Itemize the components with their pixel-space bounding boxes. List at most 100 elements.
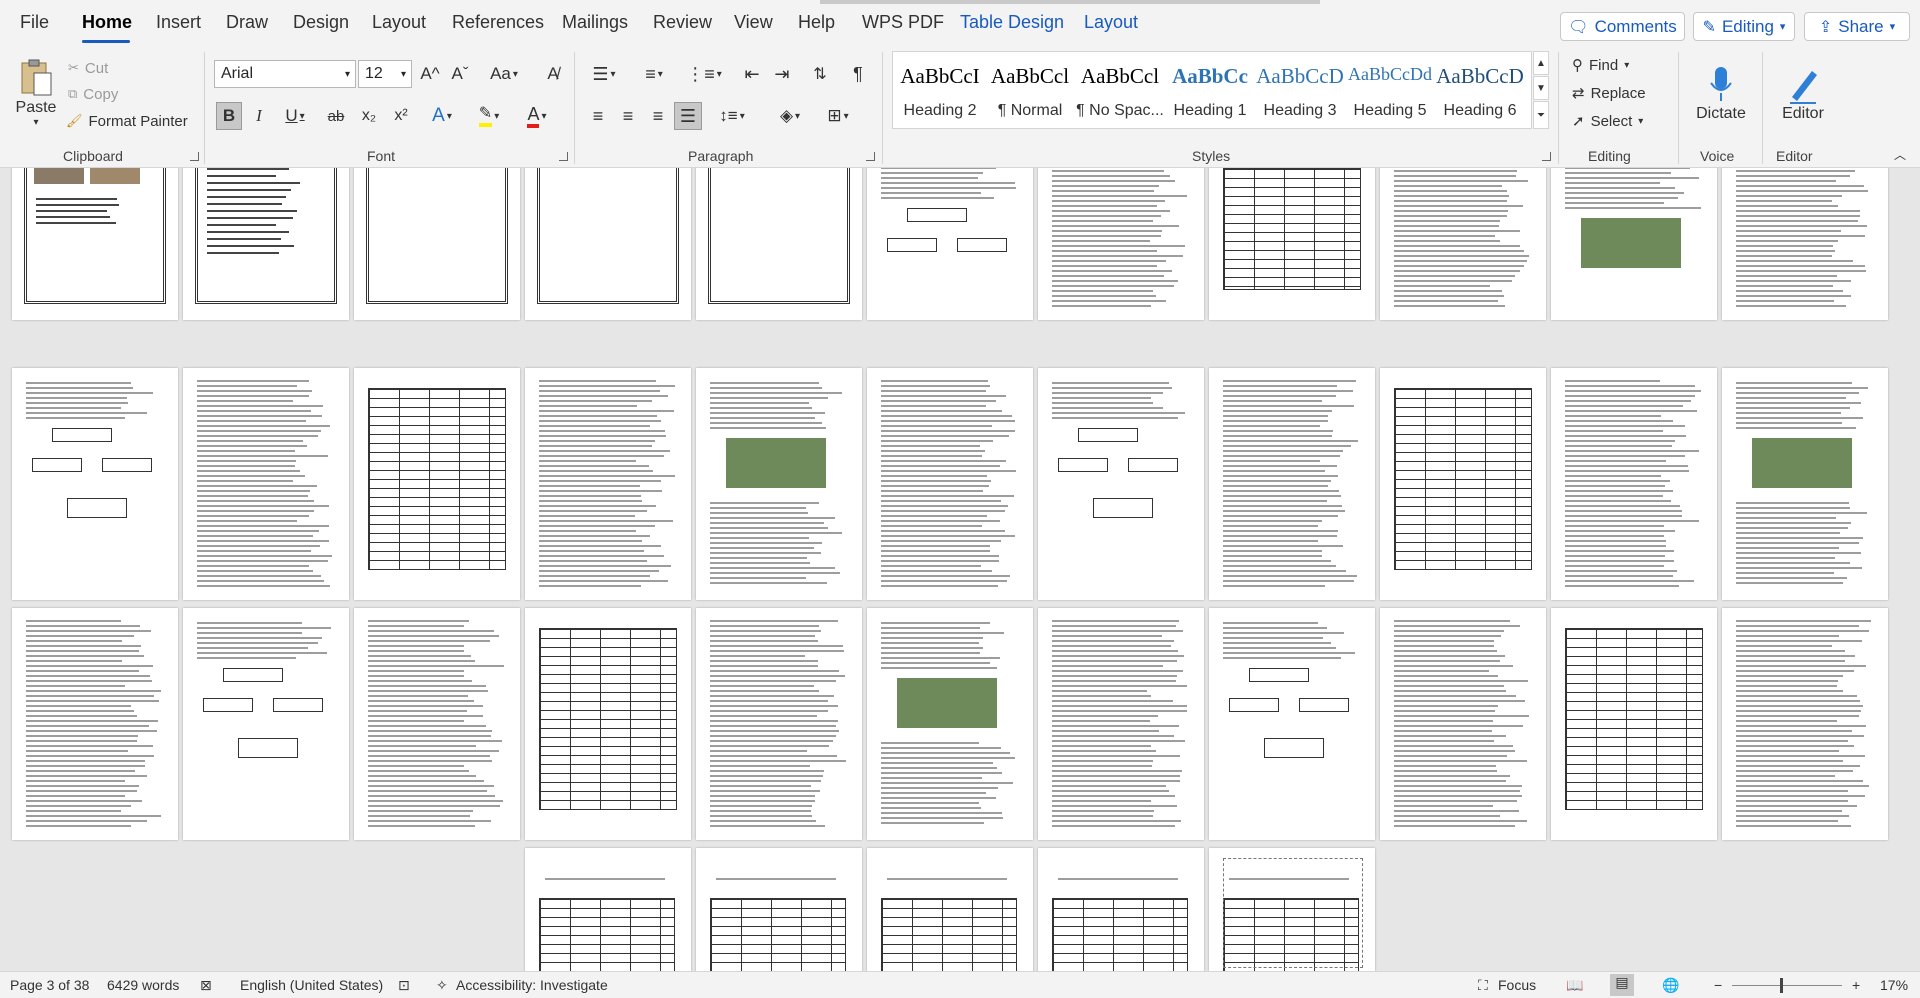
web-layout-icon[interactable]: 🌐 — [1662, 977, 1679, 994]
shading-button[interactable]: ◈ ▾ — [770, 102, 810, 130]
page-thumbnail[interactable] — [354, 608, 520, 840]
tab-table-design[interactable]: Table Design — [960, 12, 1064, 33]
numbering-button[interactable]: ≡ ▾ — [634, 60, 674, 88]
page-thumbnail[interactable] — [354, 168, 520, 320]
style-heading-3[interactable]: AaBbCcD Heading 3 — [1255, 52, 1345, 128]
styles-launcher-icon[interactable] — [1542, 152, 1551, 161]
superscript-button[interactable]: x² — [388, 102, 414, 130]
page-thumbnail[interactable] — [696, 848, 862, 971]
sort-button[interactable]: ⇅ — [806, 60, 834, 88]
page-thumbnail[interactable] — [1038, 848, 1204, 971]
tab-draw[interactable]: Draw — [226, 12, 268, 33]
tab-review[interactable]: Review — [653, 12, 712, 33]
zoom-out-button[interactable]: − — [1714, 977, 1722, 993]
page-thumbnail[interactable] — [696, 168, 862, 320]
tab-help[interactable]: Help — [798, 12, 835, 33]
page-thumbnail[interactable] — [1722, 608, 1888, 840]
page-thumbnail[interactable] — [1551, 368, 1717, 600]
line-spacing-button[interactable]: ↕≡ ▾ — [712, 102, 752, 130]
page-thumbnail[interactable] — [1722, 168, 1888, 320]
tab-view[interactable]: View — [734, 12, 773, 33]
editing-mode-button[interactable]: ✎ Editing ▾ — [1693, 12, 1795, 41]
style-heading-5[interactable]: AaBbCcDd Heading 5 — [1345, 52, 1435, 128]
style-normal[interactable]: AaBbCcl ¶ Normal — [985, 52, 1075, 128]
page-thumbnail[interactable] — [1209, 168, 1375, 320]
style-heading-6[interactable]: AaBbCcD Heading 6 — [1435, 52, 1525, 128]
page-thumbnail[interactable] — [183, 608, 349, 840]
align-left-button[interactable]: ≡ — [584, 102, 612, 130]
style-heading-2[interactable]: AaBbCcI Heading 2 — [895, 52, 985, 128]
page-thumbnail[interactable] — [1209, 608, 1375, 840]
page-thumbnail[interactable] — [867, 608, 1033, 840]
cut-button[interactable]: ✂ Cut — [68, 58, 108, 78]
page-thumbnail[interactable] — [12, 168, 178, 320]
proofing-icon[interactable]: ⊠ — [200, 977, 212, 994]
page-thumbnail[interactable] — [1038, 368, 1204, 600]
tab-layout[interactable]: Layout — [372, 12, 426, 33]
align-center-button[interactable]: ≡ — [614, 102, 642, 130]
zoom-level[interactable]: 17% — [1880, 977, 1908, 993]
font-name-dropdown[interactable]: Arial ▾ — [214, 60, 356, 88]
subscript-button[interactable]: x₂ — [356, 102, 382, 130]
bullets-button[interactable]: ☰ ▾ — [584, 60, 624, 88]
page-thumbnail[interactable] — [1722, 368, 1888, 600]
page-thumbnail[interactable] — [183, 168, 349, 320]
select-button[interactable]: ➚ Select ▾ — [1572, 110, 1643, 132]
page-thumbnail[interactable] — [525, 848, 691, 971]
page-count[interactable]: Page 3 of 38 — [10, 977, 89, 993]
replace-button[interactable]: ⇄ Replace — [1572, 82, 1646, 104]
editor-button[interactable]: Editor — [1768, 54, 1838, 134]
align-right-button[interactable]: ≡ — [644, 102, 672, 130]
page-thumbnail[interactable] — [525, 368, 691, 600]
tab-file[interactable]: File — [20, 12, 49, 33]
macro-icon[interactable]: ⊡ — [398, 977, 410, 994]
page-thumbnail[interactable] — [1209, 368, 1375, 600]
document-multipage-view[interactable] — [0, 168, 1920, 971]
shrink-font-button[interactable]: Aˇ — [448, 60, 472, 88]
bold-button[interactable]: B — [216, 102, 242, 130]
page-thumbnail[interactable] — [12, 608, 178, 840]
word-count[interactable]: 6429 words — [107, 977, 179, 993]
decrease-indent-button[interactable]: ⇤ — [738, 60, 766, 88]
tab-home[interactable]: Home — [82, 12, 132, 33]
grow-font-button[interactable]: A^ — [418, 60, 442, 88]
underline-button[interactable]: U ▾ — [277, 102, 313, 130]
page-thumbnail[interactable] — [1038, 608, 1204, 840]
page-thumbnail[interactable] — [183, 368, 349, 600]
comments-button[interactable]: 🗨 Comments — [1560, 12, 1685, 41]
show-formatting-marks-button[interactable]: ¶ — [844, 60, 872, 88]
clear-formatting-button[interactable]: A̸ — [540, 60, 566, 88]
text-effects-button[interactable]: A ▾ — [424, 102, 460, 130]
justify-button[interactable]: ☰ — [674, 102, 702, 130]
multilevel-list-button[interactable]: ⋮≡ ▾ — [684, 60, 724, 88]
page-thumbnail[interactable] — [1380, 608, 1546, 840]
page-thumbnail[interactable] — [1209, 848, 1375, 971]
page-thumbnail[interactable] — [1038, 168, 1204, 320]
page-thumbnail[interactable] — [867, 848, 1033, 971]
print-layout-icon[interactable]: ▤ — [1610, 974, 1634, 996]
zoom-slider-track[interactable] — [1732, 985, 1842, 986]
page-thumbnail[interactable] — [525, 168, 691, 320]
collapse-ribbon-icon[interactable]: ︿ — [1890, 146, 1910, 162]
gallery-scroll-down-icon[interactable]: ▼ — [1533, 76, 1549, 100]
read-mode-icon[interactable]: 📖 — [1566, 977, 1583, 994]
dictate-button[interactable]: Dictate — [1686, 54, 1756, 134]
italic-button[interactable]: I — [247, 102, 271, 130]
borders-button[interactable]: ⊞ ▾ — [818, 102, 858, 130]
style-heading-1[interactable]: AaBbCc Heading 1 — [1165, 52, 1255, 128]
copy-button[interactable]: ⧉ Copy — [68, 84, 118, 104]
page-thumbnail[interactable] — [696, 608, 862, 840]
font-size-dropdown[interactable]: 12 ▾ — [358, 60, 412, 88]
gallery-scroll-up-icon[interactable]: ▲ — [1533, 51, 1549, 75]
page-thumbnail[interactable] — [1551, 168, 1717, 320]
strikethrough-button[interactable]: ab — [323, 102, 349, 130]
language-indicator[interactable]: English (United States) — [240, 977, 383, 993]
increase-indent-button[interactable]: ⇥ — [768, 60, 796, 88]
zoom-slider-thumb[interactable] — [1780, 978, 1783, 993]
page-thumbnail[interactable] — [867, 368, 1033, 600]
focus-button[interactable]: Focus — [1498, 977, 1536, 993]
style-no-spacing[interactable]: AaBbCcl ¶ No Spac... — [1075, 52, 1165, 128]
font-launcher-icon[interactable] — [559, 152, 568, 161]
page-thumbnail[interactable] — [867, 168, 1033, 320]
zoom-in-button[interactable]: + — [1852, 977, 1860, 993]
